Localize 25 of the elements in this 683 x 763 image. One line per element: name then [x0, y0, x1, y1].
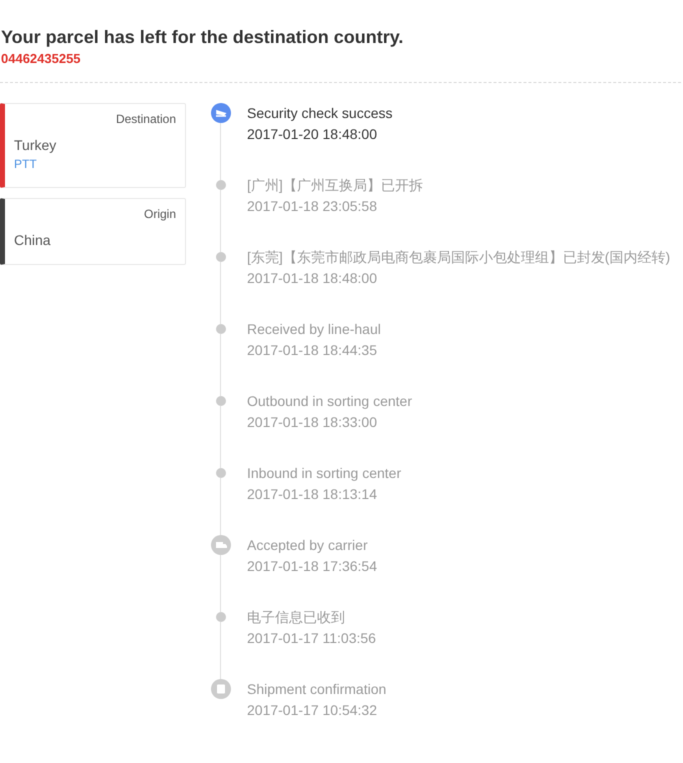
event-time: 2017-01-17 11:03:56	[247, 629, 376, 648]
status-title: Your parcel has left for the destination country.	[1, 26, 404, 48]
event-status: Shipment confirmation	[247, 680, 386, 699]
event-time: 2017-01-18 18:48:00	[247, 269, 377, 288]
event-time: 2017-01-18 18:44:35	[247, 341, 377, 360]
country-name: Turkey	[14, 136, 56, 154]
country-name: China	[14, 231, 51, 249]
tracking-number: 04462435255	[1, 51, 81, 67]
location-label: Destination	[116, 111, 176, 127]
event-status: Inbound in sorting center	[247, 464, 402, 483]
event-status: Accepted by carrier	[247, 536, 368, 555]
event-time: 2017-01-18 18:33:00	[247, 413, 377, 432]
event-status: Received by line-haul	[247, 320, 381, 339]
event-time: 2017-01-18 17:36:54	[247, 557, 377, 576]
event-status: Security check success	[247, 104, 392, 123]
carrier-link[interactable]: PTT	[14, 157, 37, 171]
event-time: 2017-01-17 10:54:32	[247, 701, 377, 720]
event-status: 电子信息已收到	[247, 608, 345, 627]
location-label: Origin	[144, 206, 176, 222]
event-status: Outbound in sorting center	[247, 392, 412, 411]
event-time: 2017-01-18 23:05:58	[247, 197, 377, 216]
event-time: 2017-01-20 18:48:00	[247, 125, 377, 144]
event-status: [广州]【广州互换局】已开拆	[247, 176, 423, 195]
event-status: [东莞]【东莞市邮政局电商包裹局国际小包处理组】已封发(国内经转)	[247, 248, 670, 267]
event-time: 2017-01-18 18:13:14	[247, 485, 377, 504]
